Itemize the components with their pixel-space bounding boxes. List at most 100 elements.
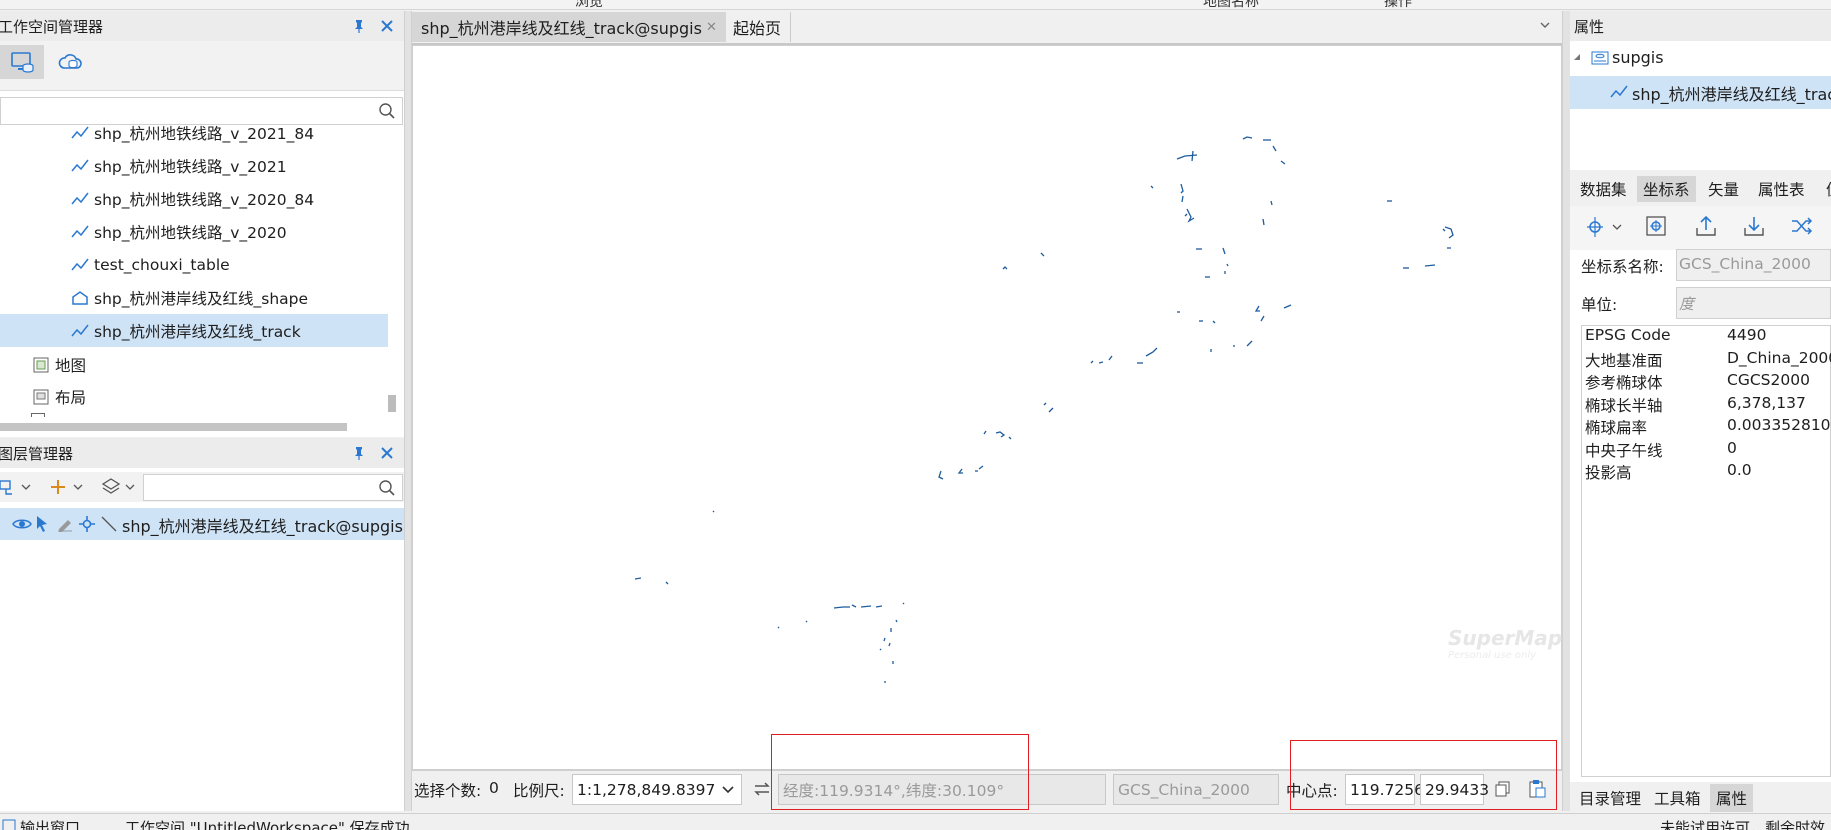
coastline-segment (995, 431, 1006, 438)
shuffle-icon[interactable] (1790, 214, 1814, 238)
coastline-segment (1090, 360, 1094, 364)
prop-tree-root-label: supgis (1612, 48, 1664, 67)
output-window-icon[interactable] (2, 819, 16, 830)
selected-count-label: 选择个数: (414, 782, 482, 800)
import-icon[interactable] (1742, 214, 1766, 238)
tab-dataset[interactable]: 数据集 (1574, 176, 1633, 202)
coastline-segment (1262, 218, 1265, 226)
scale-select[interactable]: 1:1,278,849.8397 (572, 774, 742, 805)
scale-label: 比例尺: (513, 782, 565, 800)
tab-toolbox[interactable]: 工具箱 (1648, 784, 1707, 812)
crs-info-key: 中央子午线 (1585, 441, 1663, 460)
table-dataset-icon (70, 255, 90, 275)
swap-arrows-icon[interactable] (752, 780, 772, 798)
tree-node-label: shp_杭州港岸线及红线_track (94, 322, 301, 341)
export-icon[interactable] (1694, 214, 1718, 238)
close-icon[interactable] (378, 444, 396, 462)
tree-node-dataset[interactable]: shp_杭州地铁线路_v_2020 (0, 215, 386, 248)
tab-close-icon[interactable]: ✕ (706, 20, 717, 35)
scale-value: 1:1,278,849.8397 (577, 780, 716, 799)
tab-list-chevron-down-icon[interactable] (1538, 18, 1552, 32)
tab-map-document[interactable]: shp_杭州港岸线及红线_track@supgis ✕ (412, 12, 726, 42)
coastline-segment (1108, 355, 1113, 361)
tab-attribute-table[interactable]: 属性表 (1752, 176, 1811, 202)
properties-panel-title: 属性 (1574, 17, 1605, 36)
pin-icon[interactable] (350, 17, 368, 35)
coastline-segment (1226, 263, 1229, 267)
search-icon[interactable] (378, 479, 396, 497)
top-column-strip: 浏览 地图名称 操作 (0, 0, 1831, 10)
strip-item-browse: 浏览 (575, 0, 603, 10)
strip-item-map-name: 地图名称 (1203, 0, 1259, 10)
bottom-status-bar: 输出窗口 工作空间 "UntitledWorkspace" 保存成功 未能试用许… (0, 813, 1831, 830)
tab-properties[interactable]: 属性 (1710, 784, 1754, 812)
editable-pencil-icon[interactable] (56, 515, 74, 533)
crs-transform-icon[interactable] (1585, 215, 1625, 239)
cloud-workspace-icon[interactable] (54, 45, 88, 79)
tab-vector[interactable]: 矢量 (1702, 176, 1745, 202)
line-dataset-icon (70, 123, 90, 143)
tab-catalog[interactable]: 目录管理 (1573, 784, 1647, 812)
tree-node-dataset[interactable]: shp_杭州地铁线路_v_2021 (0, 149, 386, 182)
map-features (634, 136, 1454, 683)
layer-style-icon[interactable] (102, 477, 142, 497)
prop-tree-child-row[interactable]: shp_杭州港岸线及红线_track (1570, 76, 1831, 109)
tab-start-page[interactable]: 起始页 (724, 12, 792, 42)
add-layer-icon[interactable] (50, 477, 90, 497)
tab-coordinate-system[interactable]: 坐标系 (1637, 176, 1696, 202)
tree-node-dataset[interactable]: shp_杭州港岸线及红线_track (0, 314, 388, 347)
coastline-segment (883, 637, 886, 642)
map-folder-icon (31, 355, 51, 375)
close-icon[interactable] (378, 17, 396, 35)
tree-node-maps-label: 地图 (55, 356, 87, 375)
properties-panel-header: 属性 (1570, 11, 1831, 41)
coastline-segment (1212, 320, 1216, 324)
highlight-box-center (1290, 740, 1557, 810)
crs-info-value: 4490 (1727, 326, 1767, 344)
crs-info-key: 大地基准面 (1585, 351, 1663, 370)
coastline-segment (1444, 226, 1454, 239)
crs-info-key: 椭球长半轴 (1585, 396, 1663, 415)
snap-icon[interactable] (78, 515, 96, 533)
layer-manager-panel: 图层管理器 shp_杭州港岸线及红线_track@supgis (0, 438, 404, 811)
local-workspace-icon[interactable] (0, 45, 44, 79)
coastline-segment (1145, 347, 1158, 357)
coastline-segment (1272, 145, 1277, 152)
coastline-segment (1246, 340, 1253, 347)
output-window-label[interactable]: 输出窗口 (20, 817, 80, 830)
tree-node-dataset[interactable]: shp_杭州港岸线及红线_shape (0, 281, 386, 314)
map-canvas[interactable]: SuperMap Personal use only (412, 45, 1562, 770)
coastline-segment (712, 510, 715, 513)
tree-node-maps[interactable]: 地图 (31, 348, 86, 381)
crs-set-icon[interactable] (1645, 214, 1669, 238)
crs-name-label: 坐标系名称: (1581, 258, 1664, 276)
tree-node-label: shp_杭州地铁线路_v_2021 (94, 157, 287, 176)
coastline-segment (895, 619, 898, 623)
layer-group-icon[interactable] (0, 477, 34, 497)
crs-info-row: 大地基准面 D_China_2000 (1583, 349, 1831, 371)
tree-node-label: shp_杭州地铁线路_v_2020 (94, 223, 287, 242)
left-splitter[interactable] (404, 11, 412, 811)
right-splitter[interactable] (1562, 11, 1570, 811)
chevron-down-icon[interactable] (721, 783, 735, 797)
pin-icon[interactable] (350, 444, 368, 462)
layer-search-input[interactable] (143, 474, 403, 501)
visible-eye-icon[interactable] (12, 516, 32, 532)
tree-horizontal-scrollbar[interactable] (0, 423, 347, 431)
crs-value: GCS_China_2000 (1118, 780, 1250, 799)
tree-node-dataset[interactable]: shp_杭州地铁线路_v_2021_84 (0, 116, 386, 149)
tree-node-dataset[interactable]: shp_杭州地铁线路_v_2020_84 (0, 182, 386, 215)
layer-row[interactable]: shp_杭州港岸线及红线_track@supgis (0, 508, 404, 540)
coastline-segment (1280, 160, 1286, 165)
tab-start-page-label: 起始页 (733, 19, 782, 38)
coastline-segment (1442, 228, 1446, 232)
tab-value[interactable]: 值 (1820, 176, 1831, 202)
tree-vertical-scrollbar[interactable] (388, 395, 396, 412)
selectable-cursor-icon[interactable] (34, 515, 50, 533)
coastline-segment (1270, 200, 1273, 206)
tree-node-dataset[interactable]: test_chouxi_table (0, 248, 386, 281)
coastline-segment (938, 470, 944, 480)
expand-triangle-icon[interactable] (1572, 52, 1582, 62)
tree-node-layouts[interactable]: 布局 (31, 380, 86, 413)
crs-info-row: EPSG Code 4490 (1583, 326, 1766, 348)
